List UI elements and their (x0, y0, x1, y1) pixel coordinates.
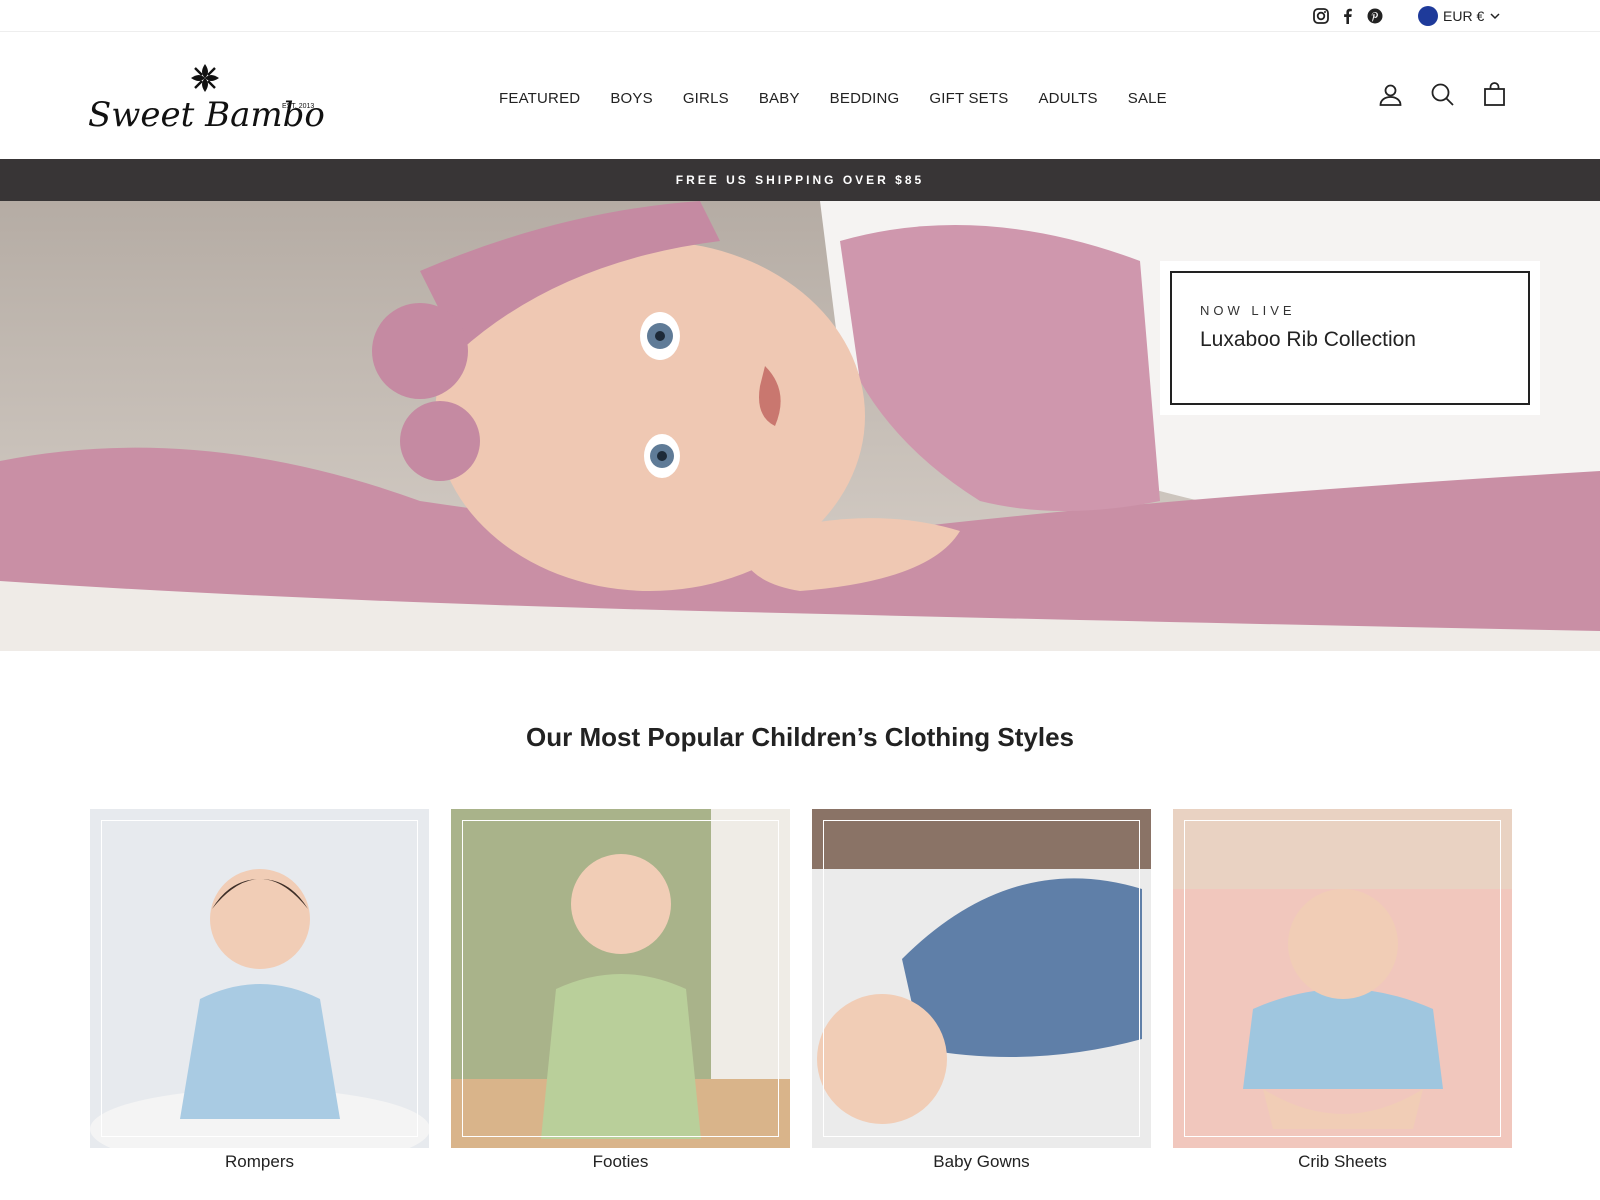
nav-adults[interactable]: ADULTS (1023, 87, 1112, 111)
utility-bar: EUR € (0, 0, 1600, 32)
instagram-icon[interactable] (1312, 7, 1330, 25)
currency-selector[interactable]: EUR € (1418, 6, 1501, 26)
social-links (1312, 7, 1384, 25)
nav-sale[interactable]: SALE (1113, 87, 1182, 111)
card-frame (1184, 820, 1501, 1137)
hero-title[interactable]: Luxaboo Rib Collection (1200, 328, 1500, 352)
card-frame (101, 820, 418, 1137)
logo-est: EST. 2013 (282, 103, 314, 110)
hero-kicker: NOW LIVE (1200, 303, 1296, 318)
pinterest-icon[interactable] (1366, 7, 1384, 25)
collection-grid: Rompers Footies Baby Gowns Crib Sheets (90, 809, 1512, 1200)
collection-card-crib-sheets[interactable]: Crib Sheets (1173, 809, 1512, 1200)
nav-boys[interactable]: BOYS (595, 87, 667, 111)
nav-bedding[interactable]: BEDDING (815, 87, 915, 111)
collection-card-baby-gowns[interactable]: Baby Gowns (812, 809, 1151, 1200)
card-label[interactable]: Footies (451, 1152, 790, 1172)
card-frame (823, 820, 1140, 1137)
currency-label: EUR € (1443, 8, 1485, 24)
hero-card[interactable]: NOW LIVE Luxaboo Rib Collection (1160, 261, 1540, 415)
eu-flag-icon (1418, 6, 1438, 26)
header-actions (1378, 82, 1507, 107)
card-frame (462, 820, 779, 1137)
collection-card-footies[interactable]: Footies (451, 809, 790, 1200)
facebook-icon[interactable] (1339, 7, 1357, 25)
card-label[interactable]: Crib Sheets (1173, 1152, 1512, 1172)
search-icon[interactable] (1430, 82, 1455, 107)
cart-icon[interactable] (1482, 82, 1507, 107)
card-label[interactable]: Baby Gowns (812, 1152, 1151, 1172)
hero-card-frame: NOW LIVE Luxaboo Rib Collection (1170, 271, 1530, 405)
logo-mark (191, 64, 219, 92)
main-nav: FEATURED BOYS GIRLS BABY BEDDING GIFT SE… (484, 87, 1182, 111)
nav-gift-sets[interactable]: GIFT SETS (914, 87, 1023, 111)
logo[interactable]: Sweet Bamboo EST. 2013 (88, 60, 324, 140)
nav-featured[interactable]: FEATURED (484, 87, 595, 111)
collection-card-rompers[interactable]: Rompers (90, 809, 429, 1200)
nav-girls[interactable]: GIRLS (668, 87, 744, 111)
section-title: Our Most Popular Children’s Clothing Sty… (526, 722, 1074, 752)
announcement-bar[interactable]: FREE US SHIPPING OVER $85 (0, 159, 1600, 201)
hero-banner[interactable]: NOW LIVE Luxaboo Rib Collection (0, 201, 1600, 651)
card-label[interactable]: Rompers (90, 1152, 429, 1172)
site-header: Sweet Bamboo EST. 2013 FEATURED BOYS GIR… (0, 32, 1600, 159)
logo-wordmark: Sweet Bamboo (88, 95, 324, 135)
nav-baby[interactable]: BABY (744, 87, 815, 111)
user-icon[interactable] (1378, 82, 1403, 107)
chevron-down-icon (1490, 13, 1500, 20)
